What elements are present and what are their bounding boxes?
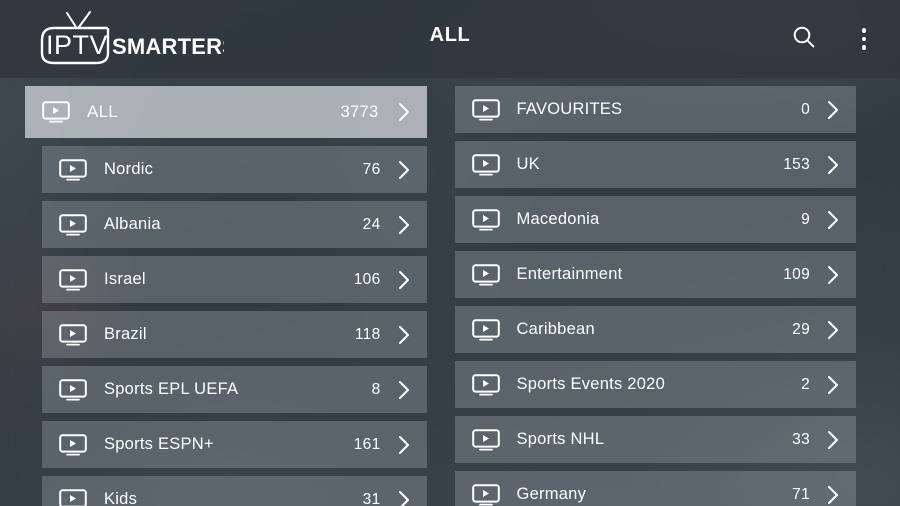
- chevron-right-icon: [397, 214, 411, 236]
- chevron-right-icon: [826, 429, 840, 451]
- category-row[interactable]: Sports NHL 33: [454, 416, 856, 463]
- chevron-right-icon: [397, 489, 411, 506]
- tv-play-icon: [471, 428, 500, 451]
- category-count: 29: [792, 320, 810, 338]
- tv-play-icon: [471, 153, 500, 176]
- tv-play-icon: [471, 208, 500, 231]
- chevron-right-icon: [397, 434, 411, 456]
- category-count: 118: [354, 325, 381, 343]
- category-list: ALL 3773 Nordic 76 Albania 24 Israel 106 Brazil 1…: [0, 78, 900, 506]
- category-row[interactable]: Caribbean 29: [454, 306, 856, 353]
- app-root: IPTV SMARTERS ALL ALL3773No: [0, 0, 900, 506]
- tv-play-icon: [59, 323, 87, 346]
- category-name: Caribbean: [516, 320, 595, 338]
- category-count: 76: [362, 160, 381, 178]
- chevron-right-icon: [826, 484, 840, 506]
- category-count: 31: [362, 490, 381, 506]
- chevron-right-icon: [826, 154, 840, 176]
- category-name: FAVOURITES: [516, 100, 623, 118]
- chevron-right-icon: [397, 269, 411, 291]
- tv-play-icon: [59, 213, 87, 236]
- category-row[interactable]: Sports EPL UEFA 8: [42, 366, 427, 413]
- tv-play-icon: [59, 158, 87, 181]
- category-count: 24: [362, 215, 381, 233]
- chevron-right-icon: [826, 374, 840, 396]
- category-count: 2: [801, 375, 810, 393]
- page-title: ALL: [429, 24, 471, 46]
- category-count: 8: [371, 380, 381, 398]
- category-row[interactable]: UK 153: [454, 141, 856, 188]
- chevron-right-icon: [397, 159, 411, 181]
- category-name: Nordic: [104, 160, 154, 178]
- chevron-right-icon: [826, 319, 840, 341]
- chevron-right-icon: [826, 99, 840, 121]
- category-name: Brazil: [104, 325, 147, 343]
- category-count: 3773: [340, 102, 379, 121]
- category-row[interactable]: Sports ESPN+ 161: [42, 421, 427, 468]
- category-name: Entertainment: [516, 265, 623, 283]
- more-vertical-icon: [861, 28, 867, 50]
- category-column-right: FAVOURITES 0 UK 153 Macedonia 9 Entertainment 1…: [454, 86, 856, 506]
- tv-play-icon: [471, 373, 500, 396]
- tv-play-icon: [59, 378, 87, 401]
- category-row[interactable]: Brazil 118: [42, 311, 427, 358]
- chevron-right-icon: [826, 209, 840, 231]
- category-name: Israel: [104, 270, 146, 288]
- category-count: 153: [783, 155, 810, 173]
- category-row[interactable]: ALL 3773: [25, 86, 427, 138]
- category-name: Kids: [104, 490, 138, 506]
- category-row[interactable]: Nordic 76: [42, 146, 427, 193]
- category-row[interactable]: Entertainment 109: [454, 251, 856, 298]
- tv-play-icon: [471, 98, 500, 121]
- tv-play-icon: [471, 263, 500, 286]
- category-count: 106: [353, 270, 381, 288]
- category-name: Sports NHL: [516, 430, 605, 448]
- search-button[interactable]: [782, 17, 826, 61]
- category-row[interactable]: Germany 71: [454, 471, 856, 506]
- tv-play-icon: [59, 433, 87, 456]
- category-count: 33: [792, 430, 810, 448]
- category-name: ALL: [87, 102, 118, 121]
- chevron-right-icon: [397, 101, 411, 123]
- category-name: Sports EPL UEFA: [104, 380, 239, 398]
- tv-play-icon: [471, 318, 500, 341]
- category-count: 109: [783, 265, 810, 283]
- category-row[interactable]: Sports Events 2020 2: [454, 361, 856, 408]
- category-row[interactable]: Kids 31: [42, 476, 427, 506]
- chevron-right-icon: [826, 264, 840, 286]
- category-row[interactable]: Macedonia 9: [454, 196, 856, 243]
- tv-play-icon: [471, 483, 500, 506]
- tv-play-icon: [42, 101, 70, 123]
- category-name: Albania: [104, 215, 161, 233]
- search-icon: [791, 24, 817, 55]
- app-header: IPTV SMARTERS ALL: [0, 0, 900, 78]
- category-name: Macedonia: [516, 210, 600, 228]
- category-count: 9: [801, 210, 810, 228]
- category-name: Germany: [516, 485, 587, 503]
- chevron-right-icon: [397, 324, 411, 346]
- category-column-left: ALL 3773 Nordic 76 Albania 24 Israel 106 Brazil 1…: [25, 86, 427, 506]
- category-name: Sports ESPN+: [104, 435, 214, 453]
- category-name: UK: [516, 155, 540, 173]
- category-row[interactable]: Israel 106: [42, 256, 427, 303]
- chevron-right-icon: [397, 379, 411, 401]
- category-name: Sports Events 2020: [516, 375, 666, 393]
- category-count: 161: [353, 435, 381, 453]
- overflow-menu-button[interactable]: [842, 17, 886, 61]
- category-row[interactable]: Albania 24: [42, 201, 427, 248]
- category-count: 0: [801, 100, 810, 118]
- tv-play-icon: [59, 488, 87, 506]
- tv-play-icon: [59, 268, 87, 291]
- category-row[interactable]: FAVOURITES 0: [454, 86, 856, 133]
- category-count: 71: [792, 485, 810, 503]
- header-actions: [782, 0, 886, 78]
